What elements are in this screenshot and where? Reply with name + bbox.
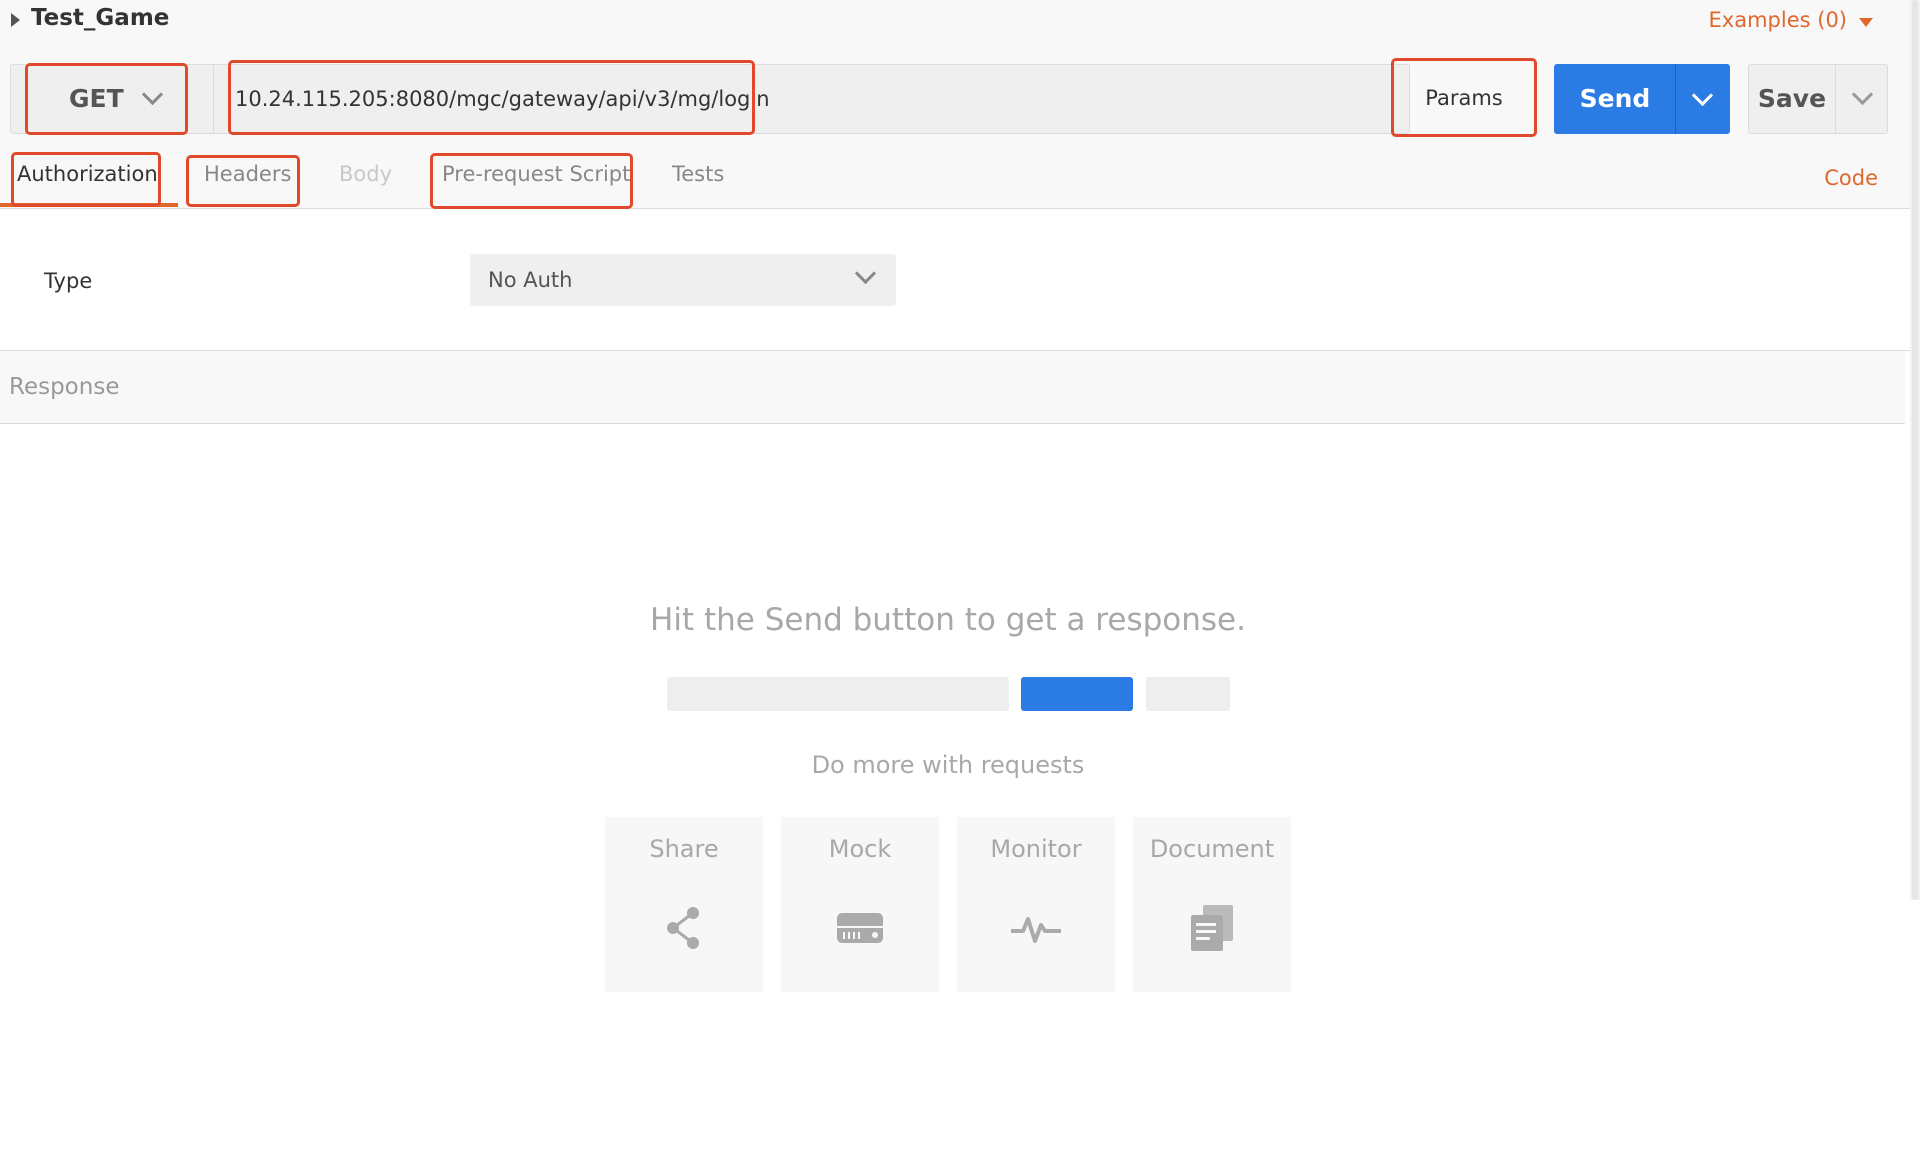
request-header: Test_Game Examples (0) xyxy=(0,0,1910,62)
illustration-send-placeholder xyxy=(1021,677,1133,711)
send-button[interactable]: Send xyxy=(1554,64,1730,134)
mock-card[interactable]: Mock xyxy=(781,817,939,992)
document-card-label: Document xyxy=(1149,835,1275,863)
highlight-box-headers xyxy=(186,155,300,207)
auth-type-value: No Auth xyxy=(488,268,573,292)
illustration-url-placeholder xyxy=(667,677,1009,711)
send-button-label: Send xyxy=(1579,84,1651,113)
save-button[interactable]: Save xyxy=(1748,64,1888,134)
monitor-pulse-icon xyxy=(1011,917,1061,943)
request-name[interactable]: Test_Game xyxy=(31,5,169,31)
document-card[interactable]: Document xyxy=(1133,817,1291,992)
highlight-box-params xyxy=(1391,58,1537,137)
monitor-card[interactable]: Monitor xyxy=(957,817,1115,992)
save-divider xyxy=(1835,65,1836,133)
expand-caret-icon[interactable] xyxy=(11,13,20,27)
code-link[interactable]: Code xyxy=(1824,166,1878,190)
caret-down-icon[interactable] xyxy=(1859,18,1873,27)
illustration-save-placeholder xyxy=(1146,677,1230,711)
tab-tests[interactable]: Tests xyxy=(672,162,724,186)
save-options-chevron-icon[interactable] xyxy=(1851,83,1874,106)
auth-type-label: Type xyxy=(44,269,93,293)
highlight-box-pre-request-script xyxy=(430,153,633,209)
send-divider xyxy=(1675,64,1676,134)
response-title: Response xyxy=(9,374,120,400)
empty-response-message: Hit the Send button to get a response. xyxy=(650,602,1246,638)
send-options-chevron-icon[interactable] xyxy=(1691,84,1714,107)
share-card-label: Share xyxy=(649,835,719,863)
highlight-box-method xyxy=(25,63,188,135)
highlight-box-url xyxy=(228,60,755,135)
mock-card-label: Mock xyxy=(828,835,892,863)
save-button-label: Save xyxy=(1757,84,1827,113)
do-more-heading: Do more with requests xyxy=(811,751,1085,779)
authorization-panel: Type No Auth xyxy=(0,209,1910,351)
tab-body[interactable]: Body xyxy=(339,162,392,186)
highlight-box-authorization xyxy=(11,152,161,207)
auth-type-select[interactable]: No Auth xyxy=(470,254,896,306)
document-icon xyxy=(1191,905,1233,951)
share-card[interactable]: Share xyxy=(605,817,763,992)
chevron-down-icon xyxy=(854,262,877,285)
scrollbar-thumb[interactable] xyxy=(1912,0,1918,900)
monitor-card-label: Monitor xyxy=(990,835,1082,863)
response-header: Response xyxy=(0,351,1905,424)
share-icon xyxy=(667,907,699,949)
examples-dropdown[interactable]: Examples (0) xyxy=(1709,8,1847,32)
mock-server-icon xyxy=(837,913,883,943)
